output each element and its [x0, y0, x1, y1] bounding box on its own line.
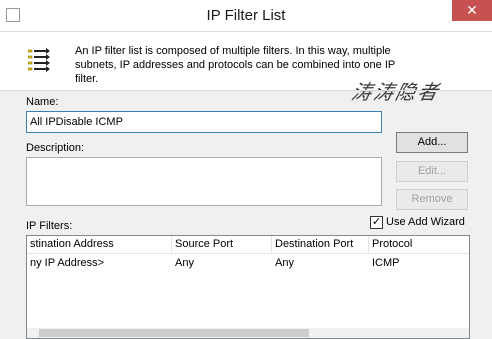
separator — [0, 90, 492, 91]
window-title: IP Filter List — [206, 7, 286, 24]
cell-destination-port: Any — [275, 257, 294, 269]
name-label: Name: — [26, 96, 59, 108]
filter-list-icon — [28, 48, 50, 72]
use-add-wizard-label[interactable]: Use Add Wizard — [386, 216, 465, 228]
use-add-wizard-checkbox[interactable]: ✓ — [370, 216, 383, 229]
ip-filters-list[interactable]: stination Address Source Port Destinatio… — [26, 235, 470, 339]
title-bar: IP Filter List ✕ — [0, 0, 492, 32]
column-protocol[interactable]: Protocol — [369, 236, 469, 253]
description-label: Description: — [26, 142, 85, 154]
cell-destination-address: ny IP Address> — [30, 257, 105, 269]
cell-source-port: Any — [175, 257, 194, 269]
horizontal-scrollbar[interactable] — [27, 328, 469, 338]
remove-button[interactable]: Remove — [396, 189, 468, 210]
ip-filter-list-dialog: IP Filter List ✕ An IP filter list is co… — [0, 0, 492, 339]
edit-button[interactable]: Edit... — [396, 161, 468, 182]
ip-filters-label: IP Filters: — [26, 220, 73, 232]
name-input[interactable] — [26, 111, 382, 133]
list-header: stination Address Source Port Destinatio… — [27, 236, 469, 254]
add-button[interactable]: Add... — [396, 132, 468, 153]
column-destination-address[interactable]: stination Address — [27, 236, 172, 253]
close-button[interactable]: ✕ — [452, 0, 492, 21]
scrollbar-thumb[interactable] — [39, 329, 309, 337]
column-source-port[interactable]: Source Port — [172, 236, 272, 253]
cell-protocol: ICMP — [372, 257, 400, 269]
column-destination-port[interactable]: Destination Port — [272, 236, 369, 253]
description-textarea[interactable] — [26, 157, 382, 206]
